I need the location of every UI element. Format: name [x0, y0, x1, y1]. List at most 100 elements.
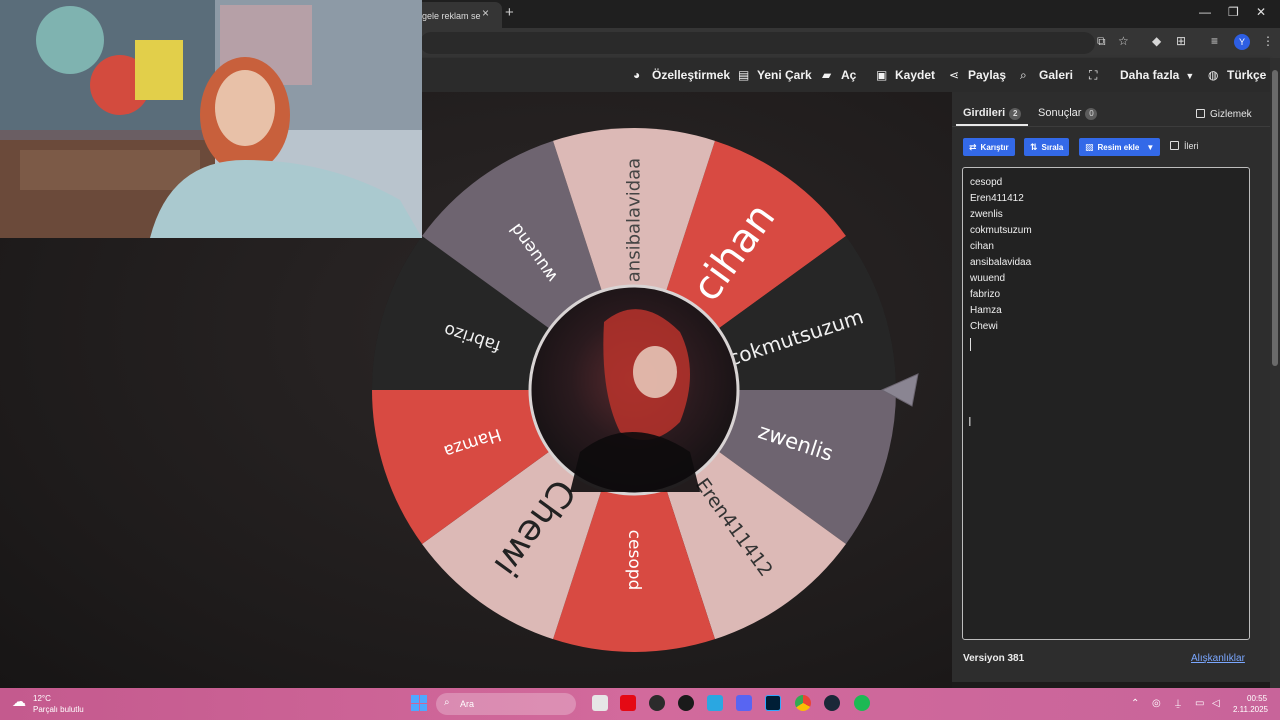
open-button[interactable]: ▰ Aç	[822, 68, 856, 82]
tray-app-icon[interactable]: ◎	[1152, 698, 1161, 709]
volume-icon[interactable]: ◁	[1212, 698, 1220, 709]
file-icon: ▤	[738, 68, 750, 82]
entry-line: wuuend	[970, 273, 1006, 284]
search-icon: ⌕	[444, 697, 450, 708]
file-explorer-icon[interactable]	[592, 695, 608, 711]
more-label: Daha fazla	[1120, 68, 1180, 82]
tab-divider	[952, 126, 1270, 127]
new-wheel-label: Yeni Çark	[757, 68, 812, 82]
fullscreen-button[interactable]: ⛶	[1089, 68, 1108, 83]
start-icon[interactable]	[411, 695, 427, 711]
display-icon[interactable]: ▭	[1195, 698, 1204, 709]
version-label: Versiyon 381	[963, 653, 1025, 664]
gallery-label: Galeri	[1039, 68, 1074, 82]
language-button[interactable]: ◍ Türkçe	[1208, 68, 1266, 82]
entry-line: Chewi	[970, 321, 998, 332]
taskbar-search[interactable]: Ara	[436, 693, 576, 715]
spotify-icon[interactable]	[854, 695, 870, 711]
settings-icon[interactable]	[649, 695, 665, 711]
entry-line: Eren411412	[970, 193, 1024, 204]
text-caret	[970, 338, 971, 351]
entries-count-badge: 2	[1009, 108, 1022, 120]
hide-label: Gizlemek	[1210, 109, 1252, 120]
minimize-icon[interactable]: —	[1199, 5, 1211, 19]
checkbox-icon	[1170, 141, 1179, 150]
reading-list-icon[interactable]: ≡	[1211, 34, 1218, 48]
add-image-label: Resim ekle	[1097, 143, 1140, 152]
new-tab-icon[interactable]: +	[505, 4, 514, 21]
tab-entries-label: Girdileri	[963, 107, 1006, 119]
language-label: Türkçe	[1227, 68, 1267, 82]
save-button[interactable]: ▣ Kaydet	[876, 68, 935, 82]
search-label: Ara	[460, 699, 475, 709]
entry-line: cokmutsuzum	[970, 225, 1032, 236]
taskbar	[0, 688, 1280, 720]
webcam-overlay	[0, 0, 422, 238]
checkbox-icon	[1196, 109, 1205, 118]
image-icon: ▨	[1085, 142, 1094, 152]
scrollbar-thumb[interactable]	[1272, 70, 1278, 366]
text-cursor-icon: I	[968, 414, 972, 429]
photoshop-icon[interactable]	[765, 695, 781, 711]
extension-diamond-icon[interactable]: ◆	[1152, 34, 1161, 48]
wheel-segment-label: cesopd	[624, 530, 644, 591]
folder-icon: ▰	[822, 68, 832, 82]
steam-icon[interactable]	[824, 695, 840, 711]
tab-entries[interactable]: Girdileri 2	[963, 107, 1022, 120]
obs-icon[interactable]	[678, 695, 694, 711]
sort-button[interactable]: ⇅ Sırala	[1024, 138, 1070, 156]
entry-line: ansibalavidaa	[970, 257, 1032, 268]
new-wheel-button[interactable]: ▤ Yeni Çark	[738, 68, 812, 82]
shuffle-label: Karıştır	[980, 143, 1009, 152]
weather-icon[interactable]: ☁	[12, 693, 26, 710]
tab-results[interactable]: Sonuçlar 0	[1038, 107, 1098, 120]
add-image-button[interactable]: ▨ Resim ekle ▼	[1079, 138, 1161, 156]
tab-results-label: Sonuçlar	[1038, 107, 1082, 119]
shortcuts-link[interactable]: Alışkanlıklar	[1191, 653, 1245, 664]
microphone-icon[interactable]: ⍊	[1175, 698, 1181, 709]
customize-button[interactable]: ◕ Özelleştirmek	[633, 68, 730, 82]
more-button[interactable]: Daha fazla ▼	[1120, 68, 1194, 82]
hide-checkbox[interactable]: Gizlemek	[1196, 109, 1252, 120]
floppy-icon: ▣	[876, 68, 888, 82]
share-label: Paylaş	[968, 68, 1007, 82]
entry-line: cihan	[970, 241, 994, 252]
tab-close-icon[interactable]: ×	[482, 6, 489, 20]
netflix-icon[interactable]	[620, 695, 636, 711]
clock-time: 00:55	[1247, 694, 1268, 703]
tray-chevron-icon[interactable]: ⌃	[1131, 698, 1139, 709]
shuffle-button[interactable]: ⇄ Karıştır	[963, 138, 1015, 156]
profile-avatar[interactable]: Y	[1234, 34, 1250, 50]
entry-line: Hamza	[970, 305, 1002, 316]
entries-textarea[interactable]: cesopd Eren411412 zwenlis cokmutsuzum ci…	[962, 167, 1250, 640]
open-label: Aç	[841, 68, 857, 82]
entry-line: zwenlis	[970, 209, 1003, 220]
fullscreen-icon: ⛶	[1089, 68, 1098, 82]
address-bar[interactable]	[420, 32, 1095, 54]
translate-icon[interactable]: ⧉	[1097, 34, 1106, 49]
sort-label: Sırala	[1041, 143, 1064, 152]
window-close-icon[interactable]: ✕	[1256, 5, 1266, 19]
entry-line: cesopd	[970, 177, 1003, 188]
customize-label: Özelleştirmek	[652, 68, 731, 82]
entry-line: fabrizo	[970, 289, 1001, 300]
gallery-button[interactable]: ⌕ Galeri	[1020, 68, 1073, 83]
save-label: Kaydet	[895, 68, 936, 82]
bookmark-star-icon[interactable]: ☆	[1118, 34, 1129, 48]
results-count-badge: 0	[1085, 108, 1098, 120]
browser-menu-icon[interactable]: ⋮	[1262, 34, 1274, 48]
app-icon[interactable]	[707, 695, 723, 711]
share-button[interactable]: ⋖ Paylaş	[949, 68, 1006, 82]
discord-icon[interactable]	[736, 695, 752, 711]
advanced-label: İleri	[1184, 141, 1199, 151]
share-icon: ⋖	[949, 68, 960, 82]
extensions-puzzle-icon[interactable]: ⊞	[1176, 34, 1186, 48]
advanced-checkbox[interactable]: İleri	[1170, 141, 1199, 151]
clock-date: 2.11.2025	[1233, 705, 1268, 714]
chrome-icon[interactable]	[795, 695, 811, 711]
globe-icon: ◍	[1208, 68, 1219, 82]
sort-icon: ⇅	[1030, 142, 1038, 152]
weather-description: Parçalı bulutlu	[33, 705, 84, 714]
chevron-down-icon: ▼	[1146, 143, 1155, 152]
restore-icon[interactable]: ❐	[1228, 5, 1239, 19]
